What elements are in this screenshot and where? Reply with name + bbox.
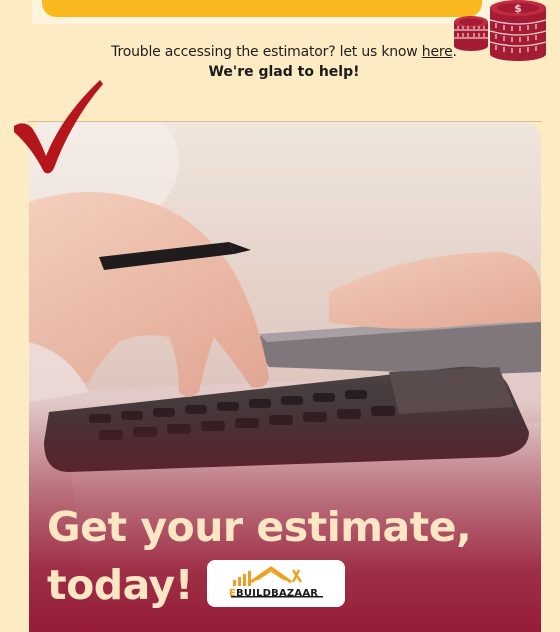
help-suffix: . — [452, 44, 457, 60]
house-roof-logo-icon — [231, 566, 323, 598]
logo-name: BUILDBAZAAR — [236, 588, 319, 599]
logo-wordmark: EBUILDBAZAAR — [229, 588, 318, 599]
headline-line-1: Get your estimate, — [47, 503, 472, 551]
estimator-yellow-bar — [42, 0, 482, 17]
help-link[interactable]: here — [422, 44, 453, 60]
checkmark-icon — [14, 80, 103, 174]
ebuildbazaar-logo-button[interactable]: EBUILDBAZAAR — [207, 560, 345, 607]
help-line-1: Trouble accessing the estimator? let us … — [0, 42, 560, 62]
email-page: $ Trouble accessing the estimator? let u… — [0, 0, 560, 632]
help-message: Trouble accessing the estimator? let us … — [0, 42, 560, 82]
hero-banner: Get your estimate, today! EBUILDBAZAAR — [29, 122, 541, 632]
logo-letter-e: E — [229, 588, 237, 599]
svg-text:$: $ — [514, 2, 522, 15]
help-prefix: Trouble accessing the estimator? let us … — [111, 44, 422, 60]
